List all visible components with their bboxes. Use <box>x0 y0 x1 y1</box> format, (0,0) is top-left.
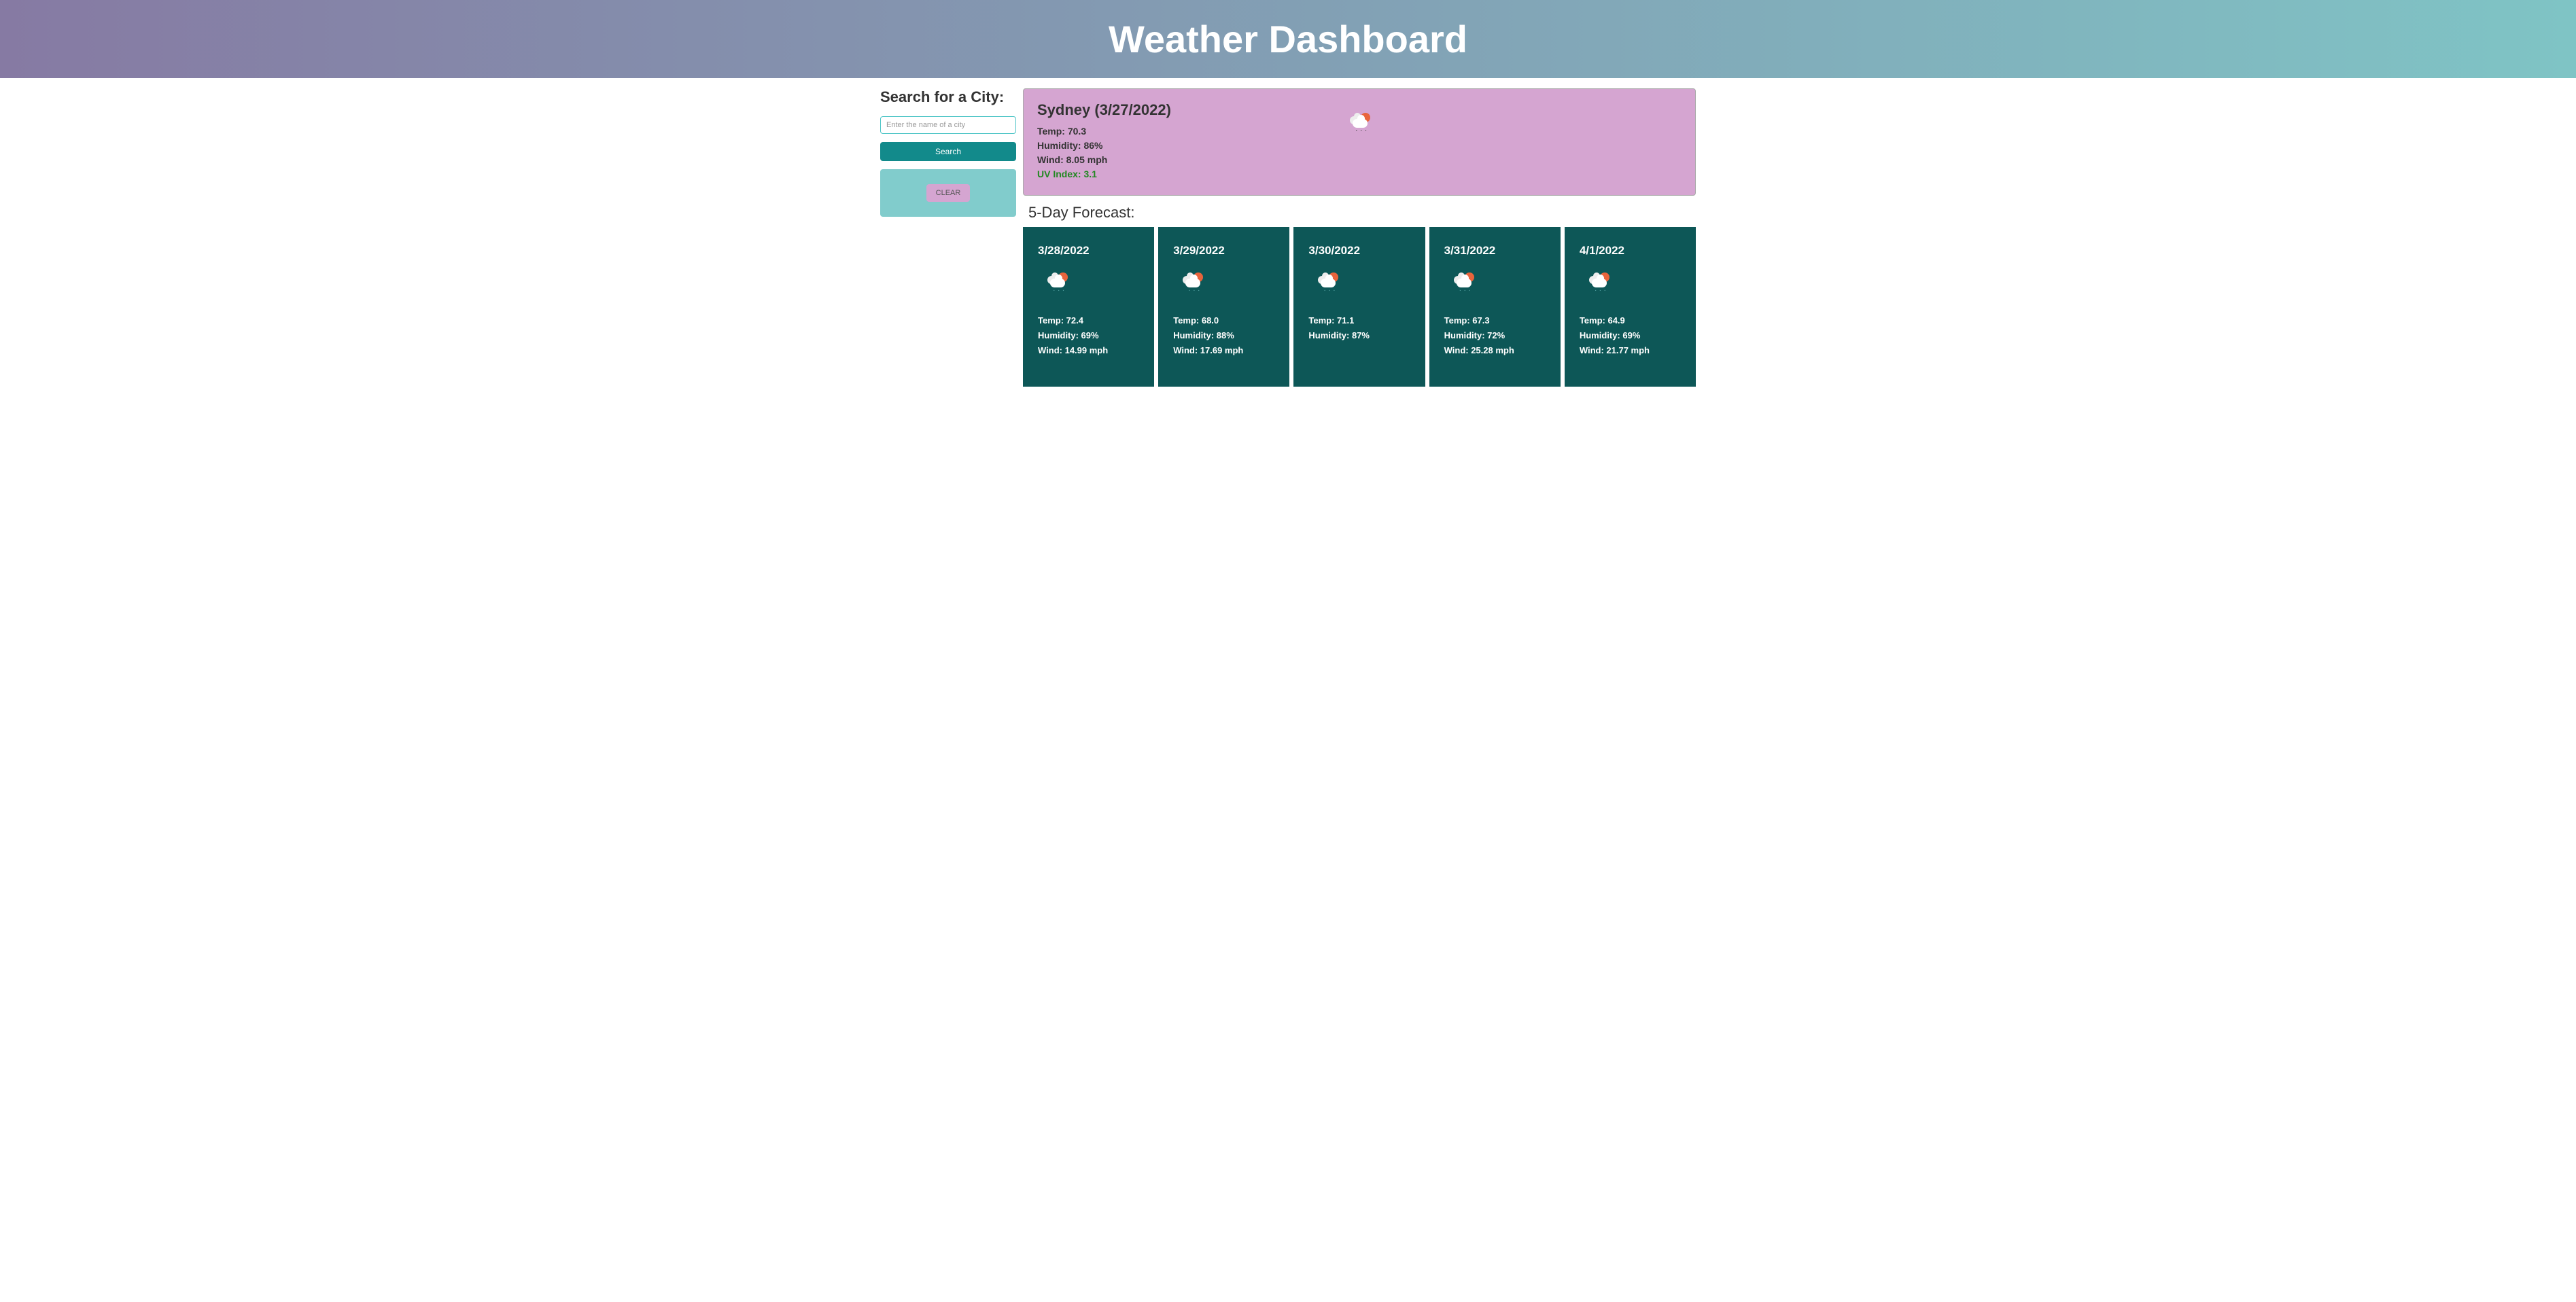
search-button[interactable]: Search <box>880 142 1016 161</box>
cloud-sun-rain-icon: ⠂⠂⠂ <box>1452 272 1546 295</box>
forecast-wind: Wind: 25.28 mph <box>1444 345 1546 357</box>
current-humidity: Humidity: 86% <box>1037 140 1682 151</box>
page-title: Weather Dashboard <box>0 17 2576 61</box>
forecast-temp: Temp: 71.1 <box>1308 315 1410 327</box>
forecast-temp: Temp: 67.3 <box>1444 315 1546 327</box>
forecast-humidity: Humidity: 69% <box>1038 330 1139 342</box>
forecast-date: 3/28/2022 <box>1038 244 1139 258</box>
main-content: Sydney (3/27/2022) Temp: 70.3 Humidity: … <box>1023 88 1696 387</box>
current-weather-card: Sydney (3/27/2022) Temp: 70.3 Humidity: … <box>1023 88 1696 196</box>
forecast-wind: Wind: 17.69 mph <box>1173 345 1274 357</box>
main-container: Search for a City: Search CLEAR Sydney (… <box>880 78 1696 387</box>
forecast-humidity: Humidity: 87% <box>1308 330 1410 342</box>
forecast-humidity: Humidity: 72% <box>1444 330 1546 342</box>
cloud-sun-rain-icon: ⠂⠂⠂ <box>1348 113 1370 135</box>
cloud-sun-rain-icon: ⠂⠂⠂ <box>1046 272 1139 295</box>
forecast-wind: Wind: 21.77 mph <box>1580 345 1681 357</box>
cloud-sun-rain-icon: ⠂⠂⠂ <box>1588 272 1681 295</box>
forecast-heading: 5-Day Forecast: <box>1028 204 1696 222</box>
current-uv-index: UV Index: 3.1 <box>1037 169 1682 179</box>
forecast-temp: Temp: 72.4 <box>1038 315 1139 327</box>
cloud-sun-rain-icon: ⠂⠂⠂ <box>1317 272 1410 295</box>
clear-button[interactable]: CLEAR <box>926 184 971 202</box>
forecast-date: 3/29/2022 <box>1173 244 1274 258</box>
forecast-date: 4/1/2022 <box>1580 244 1681 258</box>
forecast-card: 3/29/2022 ⠂⠂⠂ Temp: 68.0 Humidity: 88% W… <box>1158 227 1289 387</box>
forecast-temp: Temp: 68.0 <box>1173 315 1274 327</box>
forecast-row: 3/28/2022 ⠂⠂⠂ Temp: 72.4 Humidity: 69% W… <box>1023 227 1696 387</box>
history-panel: CLEAR <box>880 169 1016 217</box>
cloud-sun-rain-icon: ⠂⠂⠂ <box>1181 272 1274 295</box>
forecast-card: 4/1/2022 ⠂⠂⠂ Temp: 64.9 Humidity: 69% Wi… <box>1565 227 1696 387</box>
forecast-temp: Temp: 64.9 <box>1580 315 1681 327</box>
forecast-humidity: Humidity: 69% <box>1580 330 1681 342</box>
forecast-card: 3/31/2022 ⠂⠂⠂ Temp: 67.3 Humidity: 72% W… <box>1429 227 1561 387</box>
search-heading: Search for a City: <box>880 88 1016 106</box>
forecast-humidity: Humidity: 88% <box>1173 330 1274 342</box>
city-search-input[interactable] <box>880 116 1016 134</box>
sidebar: Search for a City: Search CLEAR <box>880 88 1016 387</box>
forecast-date: 3/30/2022 <box>1308 244 1410 258</box>
app-header: Weather Dashboard <box>0 0 2576 78</box>
forecast-card: 3/30/2022 ⠂⠂⠂ Temp: 71.1 Humidity: 87% <box>1293 227 1425 387</box>
forecast-card: 3/28/2022 ⠂⠂⠂ Temp: 72.4 Humidity: 69% W… <box>1023 227 1154 387</box>
forecast-wind: Wind: 14.99 mph <box>1038 345 1139 357</box>
current-wind: Wind: 8.05 mph <box>1037 154 1682 165</box>
forecast-date: 3/31/2022 <box>1444 244 1546 258</box>
